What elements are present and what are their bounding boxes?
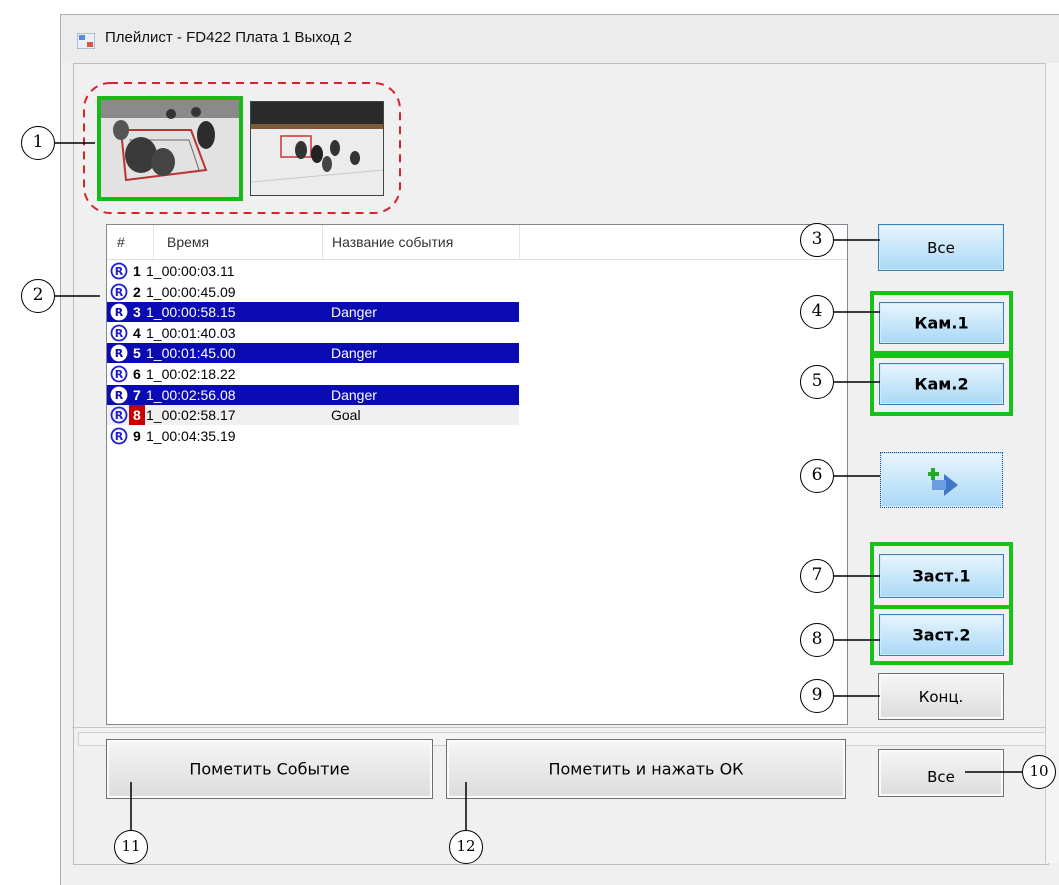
- thumbnails-callout-outline: [83, 82, 401, 214]
- callout-1: 1: [21, 126, 55, 160]
- callout-11: 11: [114, 830, 148, 864]
- callout-10: 10: [1022, 755, 1056, 789]
- callout-12: 12: [449, 830, 483, 864]
- callout-9: 9: [800, 679, 834, 713]
- annotation-overlay: [55, 82, 1022, 832]
- callout-7: 7: [800, 559, 834, 593]
- callout-5: 5: [800, 365, 834, 399]
- callout-2: 2: [21, 279, 55, 313]
- callout-3: 3: [800, 223, 834, 257]
- callout-8: 8: [800, 623, 834, 657]
- callout-4: 4: [800, 295, 834, 329]
- callout-6: 6: [800, 459, 834, 493]
